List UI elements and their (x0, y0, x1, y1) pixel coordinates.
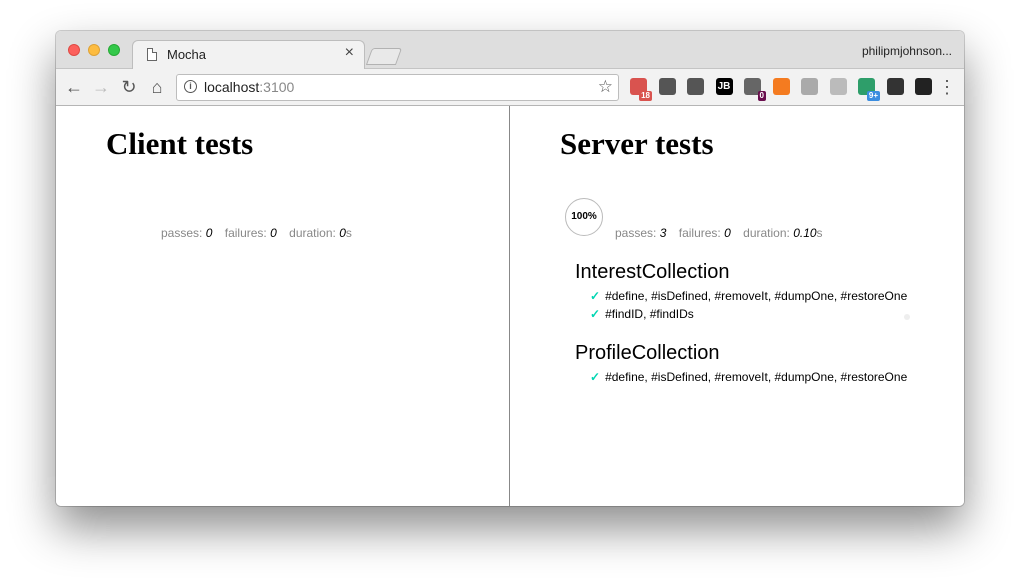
test-title: #define, #isDefined, #removeIt, #dumpOne… (605, 289, 908, 303)
browser-window: Mocha × philipmjohnson... ← → ↻ ⌂ i loca… (56, 31, 964, 506)
passes-label: passes: (161, 226, 203, 240)
passes-stat[interactable]: passes: 0 (161, 226, 212, 240)
url-port: :3100 (259, 79, 295, 95)
check-icon: ✓ (590, 370, 601, 384)
ext-8-icon[interactable] (829, 78, 847, 95)
ext-3-icon[interactable] (687, 78, 704, 95)
test-item[interactable]: ✓ #define, #isDefined, #removeIt, #dumpOn… (590, 370, 907, 384)
client-tests-title: Client tests (106, 126, 254, 161)
bookmark-star-icon[interactable]: ☆ (598, 77, 613, 97)
passes-value: 0 (205, 226, 213, 240)
ext-9-icon[interactable]: 9+ (858, 78, 880, 101)
duration-value: 0 (339, 226, 346, 240)
menu-icon[interactable]: ⋮ (936, 76, 958, 98)
extension-badge: 18 (639, 91, 652, 101)
passes-label: passes: (615, 226, 657, 240)
browser-tab[interactable]: Mocha × (132, 40, 365, 70)
duration-unit: s (816, 226, 823, 240)
forward-button[interactable]: → (90, 76, 112, 98)
failures-value: 0 (270, 226, 277, 240)
client-stats: passes: 0 failures: 0 duration: 0s (161, 226, 361, 240)
passes-stat[interactable]: passes: 3 (615, 226, 666, 240)
profile-name[interactable]: philipmjohnson... (862, 44, 952, 58)
browser-toolbar: ← → ↻ ⌂ i localhost:3100 ☆ 18 JB 0 9+ ⋮ (56, 69, 964, 106)
suite-title-interest[interactable]: InterestCollection (575, 261, 730, 284)
check-icon: ✓ (590, 289, 601, 303)
address-bar[interactable]: i localhost:3100 ☆ (176, 74, 619, 101)
url-text[interactable]: localhost:3100 (204, 79, 294, 95)
client-tests-pane: Client tests passes: 0 failures: 0 durat… (56, 106, 510, 506)
test-title: #findID, #findIDs (605, 307, 694, 321)
failures-stat[interactable]: failures: 0 (679, 226, 731, 240)
back-button[interactable]: ← (63, 76, 85, 98)
ext-2-icon[interactable] (658, 78, 676, 95)
ext-7-icon[interactable] (801, 78, 818, 95)
failures-value: 0 (724, 226, 731, 240)
test-title: #define, #isDefined, #removeIt, #dumpOne… (605, 370, 908, 384)
duration-stat: duration: 0s (289, 226, 352, 240)
duration-unit: s (345, 226, 352, 240)
ext-1-icon[interactable]: 18 (630, 78, 652, 101)
duration-stat: duration: 0.10s (743, 226, 822, 240)
server-tests-pane: Server tests 100% passes: 3 failures: 0 … (510, 106, 964, 506)
failures-label: failures: (678, 226, 721, 240)
ext-11-icon[interactable] (915, 78, 932, 95)
check-icon: ✓ (590, 307, 601, 321)
page-icon (147, 48, 157, 61)
failures-label: failures: (224, 226, 267, 240)
ext-4-icon[interactable]: JB (715, 78, 733, 95)
test-item[interactable]: ✓ #findID, #findIDs (590, 307, 694, 321)
close-window-button[interactable] (68, 44, 80, 56)
duration-label: duration: (289, 226, 336, 240)
tab-close-icon[interactable]: × (345, 44, 354, 62)
title-bar: Mocha × philipmjohnson... (56, 31, 964, 70)
duration-value: 0.10 (793, 226, 817, 240)
duration-label: duration: (743, 226, 790, 240)
server-tests-title: Server tests (560, 126, 714, 161)
extension-badge: 0 (757, 91, 766, 101)
ext-6-icon[interactable] (772, 78, 790, 95)
ext-10-icon[interactable] (886, 78, 904, 95)
extension-badge: 9+ (866, 91, 880, 101)
ext-5-icon[interactable]: 0 (744, 78, 766, 101)
failures-stat[interactable]: failures: 0 (225, 226, 277, 240)
home-button[interactable]: ⌂ (146, 76, 168, 98)
new-tab-button[interactable] (365, 48, 403, 65)
suite-title-profile[interactable]: ProfileCollection (575, 342, 720, 365)
tab-title: Mocha (167, 47, 207, 62)
maximize-window-button[interactable] (108, 44, 120, 56)
info-icon[interactable]: i (184, 80, 197, 93)
replay-dot-icon[interactable] (904, 314, 910, 320)
minimize-window-button[interactable] (88, 44, 100, 56)
test-item[interactable]: ✓ #define, #isDefined, #removeIt, #dumpOn… (590, 289, 907, 303)
progress-indicator: 100% (565, 198, 603, 236)
page-content: Client tests passes: 0 failures: 0 durat… (56, 106, 964, 506)
url-host: localhost (204, 79, 260, 95)
passes-value: 3 (659, 226, 667, 240)
server-stats: passes: 3 failures: 0 duration: 0.10s (615, 226, 832, 240)
reload-button[interactable]: ↻ (118, 76, 140, 98)
